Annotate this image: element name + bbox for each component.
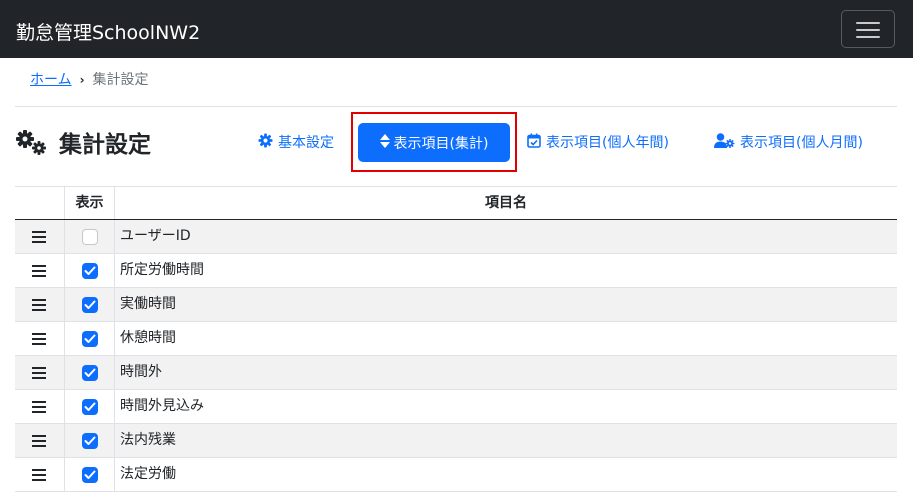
navbar: 勤怠管理SchoolNW2 [0,0,913,58]
breadcrumb: ホーム › 集計設定 [30,69,149,89]
display-checkbox[interactable] [82,433,98,449]
display-checkbox[interactable] [82,297,98,313]
checkbox-cell [65,390,115,423]
tab-display-items-yearly[interactable]: 表示項目(個人年間) [527,132,669,152]
brand-title[interactable]: 勤怠管理SchoolNW2 [16,18,200,45]
gears-icon [15,129,47,155]
table-header: 表示 項目名 [15,186,897,220]
tab-basic-settings[interactable]: 基本設定 [258,132,334,152]
table-row: 法内残業 [15,424,897,458]
header-handle [15,187,65,219]
item-name: 時間外見込み [120,398,204,414]
drag-handle-icon[interactable] [32,265,46,277]
drag-handle-icon[interactable] [32,401,46,413]
display-checkbox[interactable] [82,331,98,347]
table-row: 所定労働時間 [15,254,897,288]
display-items-table: 表示 項目名 ユーザーID 所定労働時間 実働時間休憩時間時間外時間外見込み 法内残業… [15,186,897,492]
checkbox-cell [65,288,115,321]
checkbox-cell [65,220,115,253]
item-name: 所定労働時間 [120,262,204,278]
drag-handle-icon[interactable] [32,333,46,345]
table-row: 休憩時間 [15,322,897,356]
item-name: 法定労働 [120,466,176,482]
sort-icon [379,133,394,152]
table-body: ユーザーID 所定労働時間 実働時間休憩時間時間外時間外見込み 法内残業法定労働 [15,220,897,492]
checkbox-cell [65,254,115,287]
divider [15,106,897,107]
drag-handle-cell [15,288,65,321]
breadcrumb-separator: › [79,73,85,87]
drag-handle-cell [15,356,65,389]
header-item-name: 項目名 [485,195,527,211]
drag-handle-cell [15,424,65,457]
breadcrumb-home-link[interactable]: ホーム [30,72,72,88]
tab-display-items-monthly[interactable]: 表示項目(個人月間) [714,132,863,152]
checkbox-cell [65,356,115,389]
tab-label: 表示項目(個人月間) [740,135,863,151]
tab-label: 基本設定 [278,135,334,151]
table-row: 時間外見込み [15,390,897,424]
item-name: ユーザーID [120,228,191,244]
drag-handle-icon[interactable] [32,469,46,481]
tab-label: 表示項目(個人年間) [546,135,669,151]
tab-label: 表示項目(集計) [393,135,489,152]
checkbox-cell [65,458,115,491]
tab-display-items-summary[interactable]: 表示項目(集計) [358,123,510,162]
navbar-toggler-button[interactable] [841,10,895,48]
calendar-check-icon [527,133,546,152]
display-checkbox[interactable] [82,467,98,483]
item-name: 休憩時間 [120,330,176,346]
drag-handle-cell [15,322,65,355]
drag-handle-icon[interactable] [32,231,46,243]
display-checkbox[interactable] [82,399,98,415]
display-checkbox[interactable] [82,263,98,279]
drag-handle-cell [15,220,65,253]
table-row: ユーザーID [15,220,897,254]
drag-handle-cell [15,390,65,423]
gear-icon [258,132,278,152]
item-name: 時間外 [120,364,162,380]
display-checkbox[interactable] [82,365,98,381]
drag-handle-icon[interactable] [32,435,46,447]
user-gear-icon [714,132,740,152]
checkbox-cell [65,322,115,355]
table-row: 実働時間 [15,288,897,322]
table-row: 時間外 [15,356,897,390]
header-display: 表示 [65,187,115,219]
drag-handle-cell [15,458,65,491]
item-name: 実働時間 [120,296,176,312]
drag-handle-icon[interactable] [32,299,46,311]
checkbox-cell [65,424,115,457]
page-title: 集計設定 [59,132,151,158]
breadcrumb-current: 集計設定 [92,72,149,88]
drag-handle-icon[interactable] [32,367,46,379]
table-row: 法定労働 [15,458,897,492]
item-name: 法内残業 [120,432,176,448]
display-checkbox[interactable] [82,229,98,245]
page-header: 集計設定 [15,125,151,159]
drag-handle-cell [15,254,65,287]
